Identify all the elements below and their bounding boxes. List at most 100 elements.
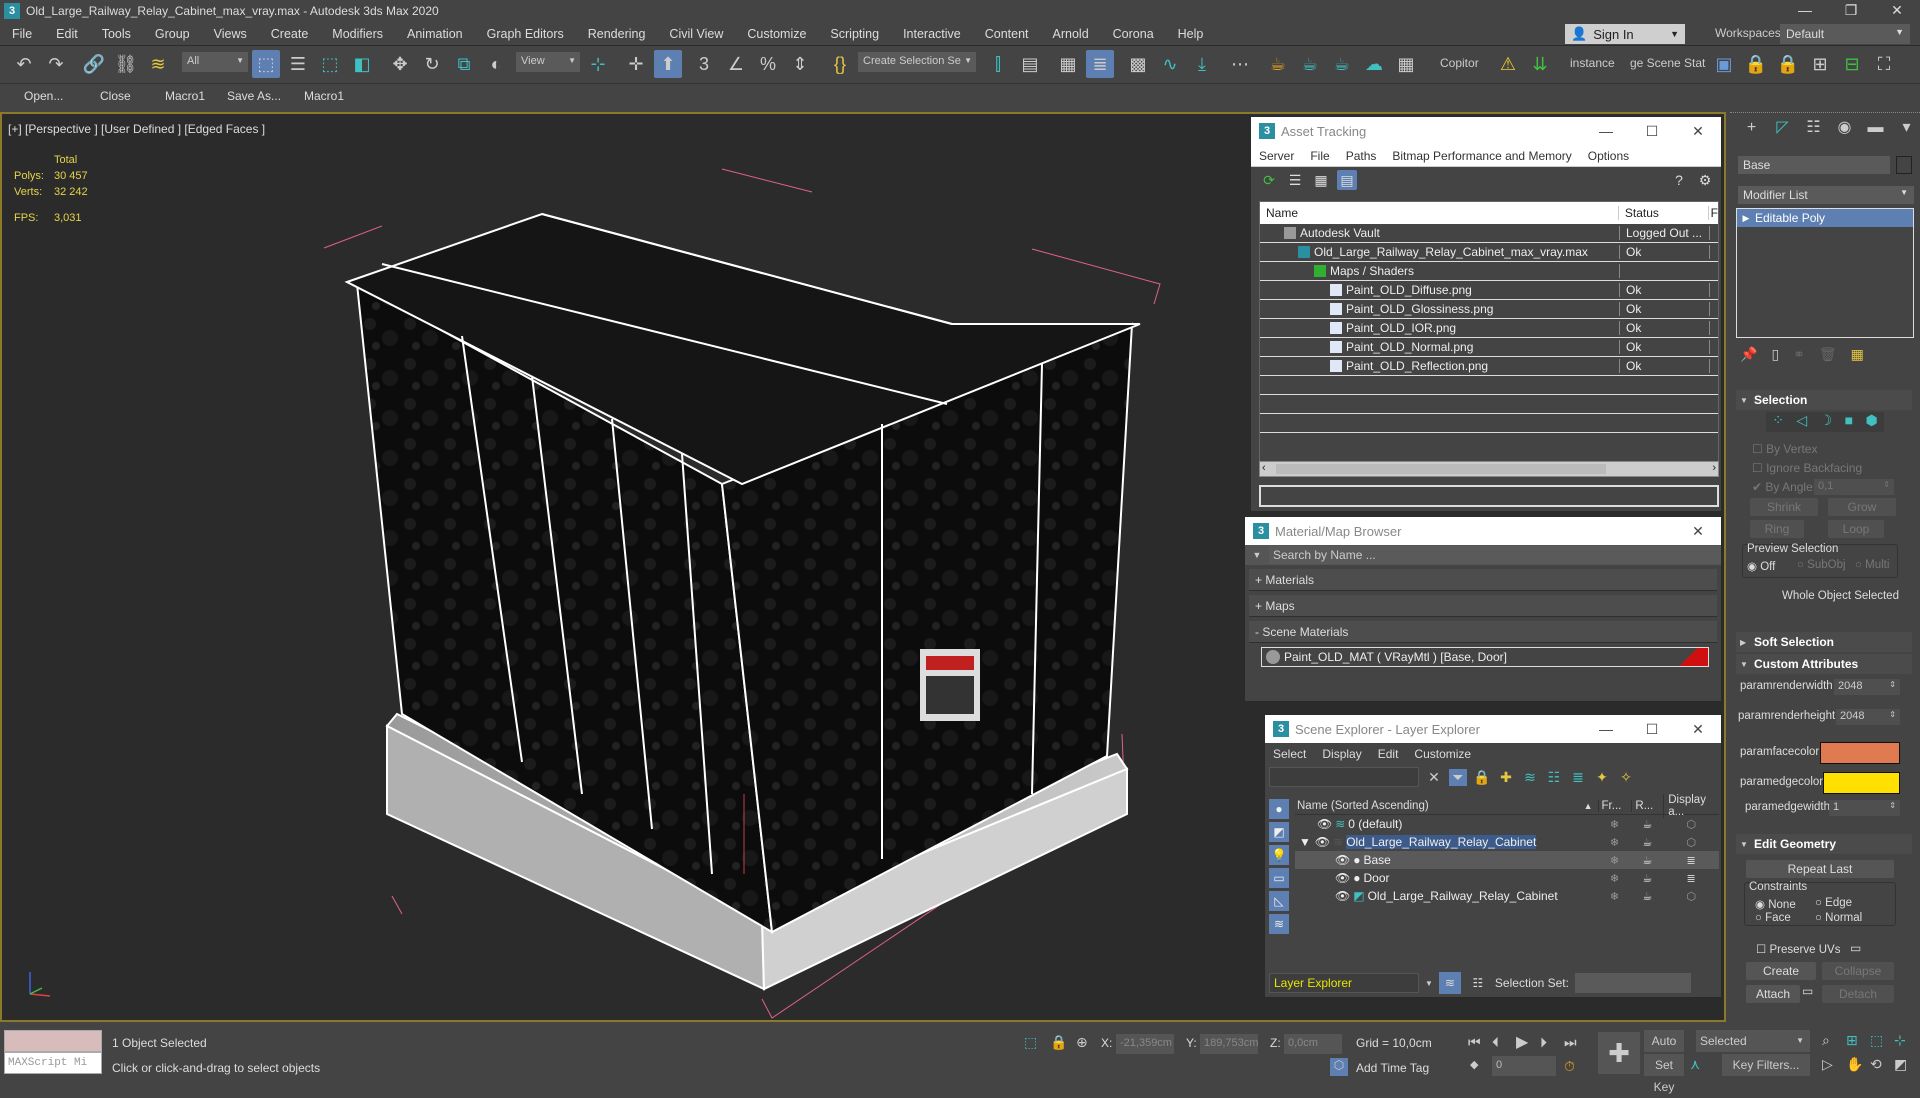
path-field[interactable]	[1259, 485, 1719, 507]
asset-row[interactable]: Maps / Shaders	[1260, 262, 1718, 281]
menu-server[interactable]: Server	[1251, 149, 1302, 163]
bind-space-warp-icon[interactable]: ≋	[144, 50, 172, 78]
tree-row[interactable]: 👁 ● Base ❄ ☕ ≣	[1295, 851, 1719, 869]
minimize-icon[interactable]: —	[1782, 0, 1828, 22]
display-box-icon[interactable]: ⬡	[1663, 836, 1719, 849]
menu-file[interactable]: File	[0, 22, 44, 46]
rotate-icon[interactable]: ↻	[418, 50, 446, 78]
menu-corona[interactable]: Corona	[1101, 22, 1166, 46]
hierarchy-icon[interactable]: ☷	[1545, 769, 1563, 786]
edge-icon[interactable]: ◁	[1796, 412, 1807, 432]
angle-spinner[interactable]: 0,1 ⇕	[1814, 479, 1894, 495]
menu-customize[interactable]: Customize	[1406, 747, 1479, 761]
auto-key-button[interactable]: Auto Key	[1644, 1030, 1684, 1070]
scale-icon[interactable]: ⧉	[450, 50, 478, 78]
menu-edit[interactable]: Edit	[44, 22, 90, 46]
viewport-lock-yellow-icon[interactable]: 🔒	[1774, 50, 1802, 78]
menu-content[interactable]: Content	[973, 22, 1041, 46]
stack-icon[interactable]: ≣	[1569, 769, 1587, 786]
render-cloud-icon[interactable]: ☁	[1360, 50, 1388, 78]
column-f[interactable]: F	[1709, 206, 1718, 220]
restore-icon[interactable]: ❐	[1828, 0, 1874, 22]
highlight-icon[interactable]: ✦	[1593, 769, 1611, 786]
selection-set-dropdown[interactable]	[1574, 973, 1691, 993]
geometry-filter-icon[interactable]: ●	[1269, 799, 1289, 819]
set-key-button[interactable]: Set Key	[1644, 1054, 1684, 1094]
menu-animation[interactable]: Animation	[395, 22, 475, 46]
scrollbar-thumb[interactable]	[1276, 464, 1606, 474]
display-box-icon[interactable]: ⬡	[1663, 890, 1719, 903]
column-render[interactable]: R...	[1631, 799, 1663, 812]
material-search-input[interactable]: Search by Name ...	[1269, 546, 1721, 564]
constraint-edge-radio[interactable]: ○ Edge	[1815, 897, 1852, 909]
pin-stack-icon[interactable]: 📌	[1740, 346, 1757, 363]
asset-row[interactable]: Paint_OLD_Reflection.png Ok	[1260, 357, 1718, 376]
attach-button[interactable]: Attach	[1746, 985, 1800, 1003]
helpers-filter-icon[interactable]: ◺	[1269, 891, 1289, 911]
maximize-viewport-toggle-icon[interactable]: ◩	[1894, 1056, 1907, 1073]
pan-view-icon[interactable]: ✋	[1846, 1056, 1863, 1073]
remove-modifier-icon[interactable]: 🗑	[1819, 346, 1837, 363]
explorer-type-dropdown[interactable]: Layer Explorer	[1269, 973, 1419, 993]
new-layer-icon[interactable]: ✚	[1497, 769, 1515, 786]
expand-triangle-icon[interactable]: ▶	[1737, 213, 1755, 224]
scene-explorer-titlebar[interactable]: 3 Scene Explorer - Layer Explorer — ☐ ✕	[1265, 715, 1721, 743]
select-object-icon[interactable]: ⬚	[252, 50, 280, 78]
preview-off-radio[interactable]: ◉ Off	[1747, 559, 1775, 573]
object-name-field[interactable]: Base	[1738, 156, 1890, 174]
window-crossing-icon[interactable]: ◧	[348, 50, 376, 78]
lights-filter-icon[interactable]: 💡	[1269, 845, 1289, 865]
visibility-eye-icon[interactable]: 👁	[1335, 853, 1350, 867]
scroll-left-icon[interactable]: ‹	[1262, 462, 1266, 474]
warning-icon[interactable]: ⚠	[1494, 50, 1522, 78]
undo-icon[interactable]: ↶	[10, 50, 38, 78]
rollout-custom-attributes[interactable]: ▼ Custom Attributes	[1736, 654, 1912, 674]
zoom-icon[interactable]: ⌕	[1822, 1032, 1830, 1049]
visibility-eye-icon[interactable]: 👁	[1315, 835, 1330, 849]
mirror-icon[interactable]: ⫿	[984, 50, 1012, 78]
render-teapot-icon[interactable]: ☕	[1631, 818, 1663, 831]
link-icon[interactable]: 🔗	[80, 50, 108, 78]
menu-customize[interactable]: Customize	[735, 22, 818, 46]
asset-row[interactable]: Old_Large_Railway_Relay_Cabinet_max_vray…	[1260, 243, 1718, 262]
by-angle-checkbox[interactable]: ✔ By Angle:	[1752, 480, 1816, 494]
element-icon[interactable]: ⬢	[1866, 412, 1878, 432]
menu-group[interactable]: Group	[143, 22, 202, 46]
go-to-end-icon[interactable]: ⏭	[1564, 1034, 1577, 1051]
scene-explorer-icon[interactable]: ▦	[1054, 50, 1082, 78]
show-end-result-icon[interactable]: ▯	[1771, 346, 1779, 363]
constraint-none-radio[interactable]: ◉ None	[1755, 897, 1796, 911]
set-key-big-icon[interactable]: ✚	[1598, 1032, 1640, 1074]
column-freeze[interactable]: Fr...	[1597, 799, 1632, 812]
percent-snap-icon[interactable]: %	[754, 50, 782, 78]
renderheight-spinner[interactable]: 2048 ⇕	[1836, 709, 1900, 725]
render-setup-icon[interactable]: ☕	[1264, 50, 1292, 78]
close-icon[interactable]: ✕	[1675, 523, 1721, 540]
menu-paths[interactable]: Paths	[1338, 149, 1385, 163]
filter-icon[interactable]: ⏷	[1449, 768, 1467, 786]
unlink-icon[interactable]: ⛓	[112, 50, 140, 78]
display-layers-icon[interactable]: ≣	[1663, 872, 1719, 885]
chevron-double-down-icon[interactable]: ⇊	[1526, 50, 1554, 78]
scene-material-item[interactable]: Paint_OLD_MAT ( VRayMtl ) [Base, Door]	[1261, 647, 1709, 667]
zoom-all-icon[interactable]: ⊞	[1846, 1032, 1858, 1049]
horizontal-scrollbar[interactable]: ‹ ›	[1259, 461, 1719, 477]
attach-list-icon[interactable]: ▭	[1802, 984, 1813, 998]
minimize-icon[interactable]: —	[1583, 123, 1629, 140]
menu-graph-editors[interactable]: Graph Editors	[475, 22, 576, 46]
freeze-icon[interactable]: ❄	[1598, 836, 1632, 849]
render-teapot-icon[interactable]: ☕	[1631, 890, 1663, 903]
list-view-icon[interactable]: ☰	[1285, 170, 1305, 190]
by-vertex-checkbox[interactable]: ☐ By Vertex	[1752, 442, 1817, 456]
constraint-face-radio[interactable]: ○ Face	[1755, 912, 1791, 924]
object-color-swatch[interactable]	[1896, 156, 1912, 174]
macro1-button[interactable]: Macro1	[165, 89, 205, 103]
polygon-icon[interactable]: ■	[1845, 412, 1853, 432]
copitor-button[interactable]: Copitor	[1440, 56, 1479, 70]
make-unique-icon[interactable]: ⚭	[1793, 346, 1805, 363]
menu-tools[interactable]: Tools	[90, 22, 143, 46]
ignore-backfacing-checkbox[interactable]: ☐ Ignore Backfacing	[1752, 461, 1862, 475]
macro-close-button[interactable]: Close	[100, 89, 131, 103]
shapes-filter-icon[interactable]: ◩	[1269, 822, 1289, 842]
help-icon[interactable]: ?	[1669, 170, 1689, 190]
